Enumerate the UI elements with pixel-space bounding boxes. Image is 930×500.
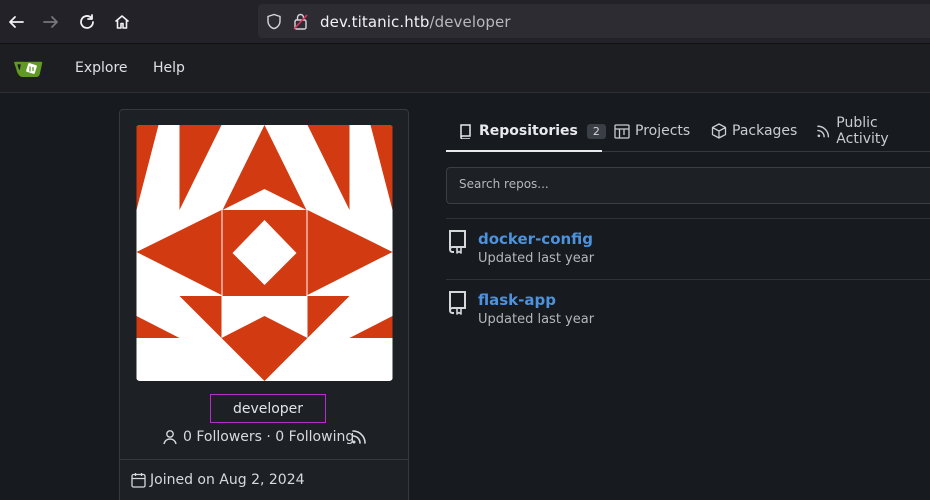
tab-projects[interactable]: Projects	[614, 121, 690, 141]
tab-public-activity[interactable]: Public Activity	[816, 115, 930, 147]
active-tab-indicator	[446, 150, 602, 152]
browser-toolbar: dev.titanic.htb/developer	[0, 0, 930, 44]
nav-help-link[interactable]: Help	[153, 60, 185, 76]
tab-repositories-label: Repositories	[479, 123, 578, 139]
repo-search-box	[446, 167, 930, 204]
repo-icon	[449, 291, 466, 315]
shield-icon	[267, 13, 281, 30]
project-board-icon	[614, 123, 630, 139]
list-divider	[446, 218, 930, 219]
profile-username: developer	[210, 394, 326, 423]
followers-link[interactable]: 0 Followers	[183, 429, 262, 445]
package-box-icon	[711, 123, 727, 139]
forward-button[interactable]	[39, 10, 63, 34]
reload-icon	[80, 14, 94, 29]
url-path: /developer	[429, 13, 511, 31]
tab-public-activity-label: Public Activity	[836, 115, 889, 147]
repo-book-icon	[460, 123, 471, 139]
identicon-avatar-image	[136, 125, 393, 381]
following-link[interactable]: 0 Following	[275, 429, 354, 445]
follow-separator: ·	[261, 429, 276, 445]
calendar-icon	[131, 473, 146, 488]
url-host: dev.titanic.htb	[320, 13, 430, 31]
arrow-right-icon	[43, 16, 58, 28]
tab-repositories[interactable]: Repositories 2	[459, 121, 606, 141]
repo-link[interactable]: docker-config	[478, 230, 593, 248]
tab-projects-label: Projects	[635, 123, 691, 139]
repo-updated: Updated last year	[478, 251, 595, 266]
site-navbar: Explore Help	[0, 44, 930, 93]
arrow-left-icon	[9, 16, 24, 28]
gitea-logo-icon[interactable]	[13, 58, 45, 80]
repo-updated: Updated last year	[478, 312, 595, 327]
home-button[interactable]	[110, 10, 134, 34]
repo-link[interactable]: flask-app	[478, 291, 556, 309]
tab-packages[interactable]: Packages	[711, 121, 797, 141]
rss-feed-icon[interactable]	[350, 428, 368, 446]
list-divider	[446, 279, 930, 280]
address-bar[interactable]: dev.titanic.htb/developer	[258, 4, 930, 38]
repositories-count-badge: 2	[586, 123, 606, 139]
repo-icon	[449, 230, 466, 254]
card-divider	[120, 459, 408, 460]
person-icon	[163, 430, 177, 445]
url-text: dev.titanic.htb/developer	[320, 13, 511, 31]
user-avatar	[136, 125, 393, 381]
reload-button[interactable]	[75, 10, 99, 34]
repo-search-input[interactable]	[459, 177, 919, 191]
tab-packages-label: Packages	[732, 123, 798, 139]
rss-icon	[817, 125, 830, 137]
joined-info: Joined on Aug 2, 2024	[131, 472, 305, 488]
joined-date: Joined on Aug 2, 2024	[150, 472, 305, 488]
home-icon	[114, 15, 130, 29]
insecure-lock-icon	[293, 13, 308, 30]
follow-stats: 0 Followers · 0 Following	[162, 427, 354, 447]
profile-card: developer 0 Followers · 0 Following Join…	[119, 109, 409, 500]
back-button[interactable]	[4, 10, 28, 34]
nav-explore-link[interactable]: Explore	[75, 60, 128, 76]
